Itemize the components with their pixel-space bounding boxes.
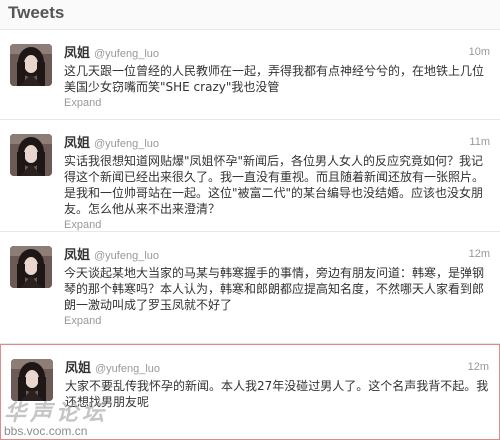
- expand-link[interactable]: Expand: [64, 219, 490, 231]
- user-photo-icon[interactable]: [10, 134, 52, 176]
- author-handle[interactable]: @yufeng_luo: [94, 138, 159, 150]
- tweet-text: 这几天跟一位曾经的人民教师在一起，弄得我都有点神经兮兮的，在地铁上几位美国少女窃…: [64, 64, 485, 94]
- tweet-text: 大家不要乱传我怀孕的新闻。本人我27年没碰过男人了。这个名声我背不起。我还想找男…: [65, 379, 489, 409]
- tweet-timestamp[interactable]: 10m: [469, 43, 490, 61]
- expand-link[interactable]: Expand: [64, 97, 490, 109]
- expand-link[interactable]: Expand: [64, 315, 490, 327]
- tweet-item[interactable]: 凤姐 @yufeng_luo 10m 这几天跟一位曾经的人民教师在一起，弄得我都有…: [0, 30, 500, 120]
- tweet-text: 今天谈起某地大当家的马某与韩寒握手的事情，旁边有朋友问道：韩寒，是弹钢琴的那个韩…: [64, 266, 485, 312]
- tweet-item[interactable]: 凤姐 @yufeng_luo 11m 实话我很想知道网贴爆"凤姐怀孕"新闻后，各位…: [0, 120, 500, 232]
- user-photo-icon[interactable]: [10, 246, 52, 288]
- user-photo-icon[interactable]: [10, 44, 52, 86]
- tweets-header: Tweets: [0, 0, 500, 30]
- author-handle[interactable]: @yufeng_luo: [94, 48, 159, 60]
- tweet-item-highlighted[interactable]: 凤姐 @yufeng_luo 12m 大家不要乱传我怀孕的新闻。本人我27年没碰过…: [0, 344, 500, 440]
- tweet-item[interactable]: 凤姐 @yufeng_luo 12m 今天谈起某地大当家的马某与韩寒握手的事情，旁…: [0, 232, 500, 344]
- tweet-text: 实话我很想知道网贴爆"凤姐怀孕"新闻后，各位男人女人的反应究竟如何？我记得这个新…: [64, 154, 485, 216]
- tweet-feed: 凤姐 @yufeng_luo 10m 这几天跟一位曾经的人民教师在一起，弄得我都有…: [0, 30, 500, 440]
- author-name[interactable]: 凤姐: [64, 248, 90, 263]
- author-handle[interactable]: @yufeng_luo: [94, 250, 159, 262]
- tweet-timestamp[interactable]: 12m: [469, 245, 490, 263]
- author-name[interactable]: 凤姐: [65, 361, 91, 376]
- author-name[interactable]: 凤姐: [64, 136, 90, 151]
- tweet-timestamp[interactable]: 11m: [469, 133, 490, 151]
- page-title: Tweets: [8, 3, 65, 22]
- author-handle[interactable]: @yufeng_luo: [95, 363, 160, 375]
- user-photo-icon[interactable]: [11, 359, 53, 401]
- tweet-timestamp[interactable]: 12m: [468, 358, 489, 376]
- author-name[interactable]: 凤姐: [64, 46, 90, 61]
